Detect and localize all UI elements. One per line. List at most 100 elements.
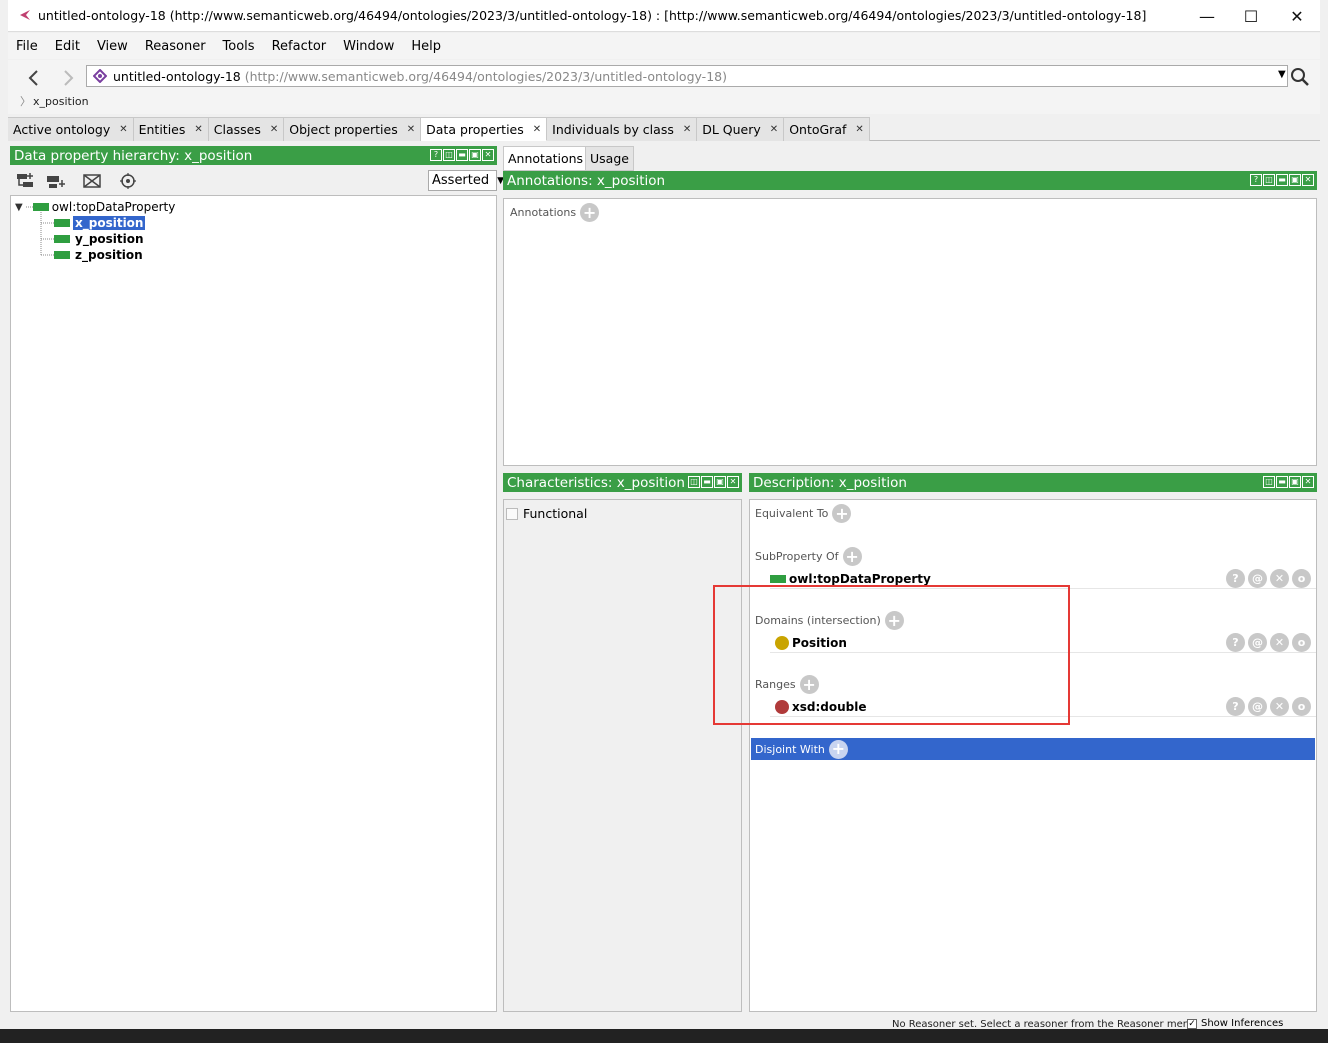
edit-icon[interactable]: o bbox=[1292, 633, 1311, 652]
explain-icon[interactable]: ? bbox=[1226, 633, 1245, 652]
highlight-box bbox=[713, 585, 1070, 725]
close-panel-icon[interactable]: ✕ bbox=[482, 149, 494, 161]
minimize-panel-icon[interactable]: ▬ bbox=[456, 149, 468, 161]
functional-checkbox[interactable] bbox=[506, 507, 518, 520]
tree-node-label: owl:topDataProperty bbox=[51, 200, 176, 214]
breadcrumb-item[interactable]: x_position bbox=[33, 95, 89, 108]
tab-close-icon[interactable]: ✕ bbox=[194, 124, 202, 135]
close-window-button[interactable]: ✕ bbox=[1274, 0, 1320, 32]
back-arrow-icon[interactable] bbox=[24, 68, 44, 88]
tab-entities[interactable]: Entities ✕ bbox=[133, 117, 209, 141]
panel-buttons: ◫ ▬ ▣ ✕ bbox=[1263, 476, 1314, 488]
tab-label: Entities bbox=[138, 122, 186, 137]
tab-label: OntoGraf bbox=[789, 122, 847, 137]
tab-close-icon[interactable]: ✕ bbox=[533, 124, 541, 135]
explain-icon[interactable]: ? bbox=[1226, 697, 1245, 716]
delete-icon[interactable]: ✕ bbox=[1270, 633, 1289, 652]
tab-close-icon[interactable]: ✕ bbox=[407, 124, 415, 135]
close-panel-icon[interactable]: ✕ bbox=[727, 476, 739, 488]
maximize-panel-icon[interactable]: ▣ bbox=[469, 149, 481, 161]
tab-individuals-by-class[interactable]: Individuals by class ✕ bbox=[547, 117, 698, 141]
navigation-bar: untitled-ontology-18 (http://www.semanti… bbox=[8, 60, 1320, 114]
subproperty-of-label: SubProperty Of bbox=[755, 550, 839, 563]
tab-close-icon[interactable]: ✕ bbox=[770, 124, 778, 135]
menu-file[interactable]: File bbox=[16, 39, 38, 54]
tree-expand-icon[interactable]: ▼ bbox=[15, 202, 23, 213]
tab-close-icon[interactable]: ✕ bbox=[119, 124, 127, 135]
minimize-panel-icon[interactable]: ▬ bbox=[701, 476, 713, 488]
add-disjoint-icon[interactable]: + bbox=[828, 739, 848, 759]
delete-icon[interactable]: ✕ bbox=[1270, 569, 1289, 588]
tab-data-properties[interactable]: Data properties ✕ bbox=[421, 117, 548, 141]
functional-checkbox-row[interactable]: Functional bbox=[506, 506, 587, 521]
minimize-button[interactable]: — bbox=[1184, 0, 1230, 32]
tab-annotations[interactable]: Annotations bbox=[503, 146, 589, 171]
maximize-panel-icon[interactable]: ▣ bbox=[714, 476, 726, 488]
edit-icon[interactable]: o bbox=[1292, 569, 1311, 588]
add-equivalent-icon[interactable]: + bbox=[832, 504, 852, 523]
ontology-address-field[interactable]: untitled-ontology-18 (http://www.semanti… bbox=[86, 65, 1288, 87]
ontology-icon bbox=[93, 69, 107, 83]
annotate-icon[interactable]: @ bbox=[1248, 633, 1267, 652]
breadcrumb[interactable]: 〉 x_position bbox=[20, 93, 89, 109]
show-inferences-toggle[interactable]: ✓ Show Inferences bbox=[1187, 1018, 1283, 1029]
tree-node-x-position[interactable]: x_position bbox=[54, 215, 146, 231]
help-icon[interactable]: ? bbox=[1250, 174, 1262, 186]
tree-node-z-position[interactable]: z_position bbox=[54, 247, 143, 263]
split-icon[interactable]: ◫ bbox=[688, 476, 700, 488]
tab-ontograf[interactable]: OntoGraf ✕ bbox=[784, 117, 870, 141]
title-bar: untitled-ontology-18 (http://www.semanti… bbox=[8, 0, 1320, 32]
row-buttons: ? @ ✕ o bbox=[1226, 697, 1311, 716]
split-icon[interactable]: ◫ bbox=[1263, 174, 1275, 186]
hierarchy-toolbar: Asserted ▼ bbox=[10, 167, 504, 195]
add-subproperty-of-icon[interactable]: + bbox=[842, 547, 862, 566]
search-icon[interactable] bbox=[1289, 66, 1311, 88]
tab-close-icon[interactable]: ✕ bbox=[683, 124, 691, 135]
menu-view[interactable]: View bbox=[97, 39, 128, 54]
address-dropdown-icon[interactable]: ▼ bbox=[1278, 69, 1288, 83]
tab-object-properties[interactable]: Object properties ✕ bbox=[284, 117, 422, 141]
minimize-panel-icon[interactable]: ▬ bbox=[1276, 476, 1288, 488]
maximize-panel-icon[interactable]: ▣ bbox=[1289, 476, 1301, 488]
tab-label: Object properties bbox=[289, 122, 398, 137]
close-panel-icon[interactable]: ✕ bbox=[1302, 174, 1314, 186]
help-icon[interactable]: ? bbox=[430, 149, 442, 161]
show-inferences-checkbox[interactable]: ✓ bbox=[1187, 1018, 1197, 1029]
forward-arrow-icon[interactable] bbox=[58, 68, 78, 88]
functional-label: Functional bbox=[523, 506, 588, 521]
add-sibling-property-icon[interactable] bbox=[46, 172, 66, 190]
tab-close-icon[interactable]: ✕ bbox=[270, 124, 278, 135]
tab-usage[interactable]: Usage bbox=[585, 146, 634, 171]
tab-active-ontology[interactable]: Active ontology ✕ bbox=[8, 117, 134, 141]
hierarchy-mode-select[interactable]: Asserted ▼ bbox=[428, 170, 504, 191]
find-usage-icon[interactable] bbox=[118, 172, 138, 190]
tree-node-y-position[interactable]: y_position bbox=[54, 231, 144, 247]
add-annotation-icon[interactable]: + bbox=[580, 203, 600, 222]
minimize-panel-icon[interactable]: ▬ bbox=[1276, 174, 1288, 186]
close-panel-icon[interactable]: ✕ bbox=[1302, 476, 1314, 488]
delete-icon[interactable]: ✕ bbox=[1270, 697, 1289, 716]
edit-icon[interactable]: o bbox=[1292, 697, 1311, 716]
menu-edit[interactable]: Edit bbox=[55, 39, 80, 54]
tree-node-root[interactable]: ▼ owl:topDataProperty bbox=[15, 199, 175, 215]
menu-refactor[interactable]: Refactor bbox=[272, 39, 327, 54]
split-icon[interactable]: ◫ bbox=[443, 149, 455, 161]
delete-property-icon[interactable] bbox=[82, 172, 102, 190]
menu-window[interactable]: Window bbox=[343, 39, 394, 54]
split-icon[interactable]: ◫ bbox=[1263, 476, 1275, 488]
tab-dl-query[interactable]: DL Query ✕ bbox=[697, 117, 785, 141]
tab-close-icon[interactable]: ✕ bbox=[855, 124, 863, 135]
menu-help[interactable]: Help bbox=[411, 39, 441, 54]
tab-label: Active ontology bbox=[13, 122, 111, 137]
annotate-icon[interactable]: @ bbox=[1248, 569, 1267, 588]
add-subproperty-icon[interactable] bbox=[16, 172, 36, 190]
menu-tools[interactable]: Tools bbox=[223, 39, 255, 54]
maximize-panel-icon[interactable]: ▣ bbox=[1289, 174, 1301, 186]
equivalent-to-section: Equivalent To + bbox=[755, 504, 852, 523]
disjoint-with-section[interactable]: Disjoint With + bbox=[751, 738, 1315, 760]
explain-icon[interactable]: ? bbox=[1226, 569, 1245, 588]
tab-classes[interactable]: Classes ✕ bbox=[208, 117, 285, 141]
menu-reasoner[interactable]: Reasoner bbox=[145, 39, 206, 54]
maximize-button[interactable]: ☐ bbox=[1228, 0, 1274, 32]
annotate-icon[interactable]: @ bbox=[1248, 697, 1267, 716]
